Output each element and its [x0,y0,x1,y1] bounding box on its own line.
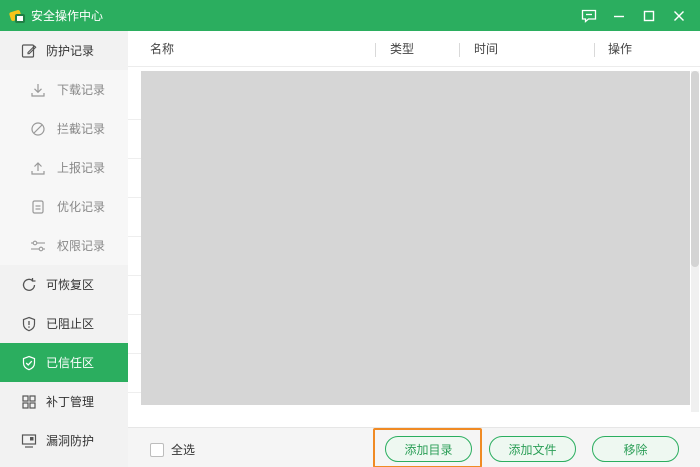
sidebar: 防护记录 下载记录 拦截记录 上报记录 优化记录 权限记录 可恢复区 已阻止区 … [0,31,128,467]
column-divider[interactable] [375,43,376,57]
window-controls [574,0,694,31]
vertical-scrollbar[interactable] [691,71,699,412]
sidebar-item-label: 漏洞防护 [46,434,95,448]
row-divider [128,197,141,198]
app-logo-icon [8,8,26,24]
row-divider [128,353,141,354]
block-icon [30,121,46,137]
sidebar-item-optimize-records[interactable]: 优化记录 [0,187,128,226]
row-divider [128,119,141,120]
footer-bar: 全选 添加目录 添加文件 移除 [128,427,700,467]
sidebar-item-blocked-zone[interactable]: 已阻止区 [0,304,128,343]
row-divider [128,236,141,237]
remove-button[interactable]: 移除 [592,436,679,462]
sidebar-item-label: 已阻止区 [46,317,95,331]
add-folder-button[interactable]: 添加目录 [385,436,472,462]
sidebar-item-label: 下载记录 [57,83,106,97]
column-header-type[interactable]: 类型 [390,31,414,67]
close-icon [674,10,684,21]
sidebar-item-protection-records[interactable]: 防护记录 [0,31,128,70]
sidebar-item-patch-management[interactable]: 补丁管理 [0,382,128,421]
shield-check-icon [21,355,37,371]
maximize-icon [643,10,655,21]
document-icon [30,199,46,215]
row-divider [128,392,141,393]
sidebar-item-label: 已信任区 [46,356,95,370]
column-header-action[interactable]: 操作 [608,31,632,67]
minimize-icon [614,15,624,17]
table-header: 名称 类型 时间 操作 [128,31,700,67]
column-header-name[interactable]: 名称 [150,31,174,67]
sidebar-item-permission-records[interactable]: 权限记录 [0,226,128,265]
table-body[interactable] [141,71,690,405]
sidebar-item-label: 拦截记录 [57,122,106,136]
column-divider[interactable] [459,43,460,57]
sidebar-item-trusted-zone[interactable]: 已信任区 [0,343,128,382]
select-all[interactable]: 全选 [150,441,195,458]
refresh-icon [21,277,37,293]
maximize-button[interactable] [634,0,664,31]
shield-alert-icon [21,316,37,332]
download-icon [30,82,46,98]
add-file-button[interactable]: 添加文件 [489,436,576,462]
scrollbar-thumb[interactable] [691,71,699,267]
monitor-icon [21,433,37,449]
row-divider [128,314,141,315]
upload-icon [30,160,46,176]
select-all-checkbox[interactable] [150,442,164,457]
app-title: 安全操作中心 [31,9,104,23]
sidebar-item-label: 优化记录 [57,200,106,214]
row-divider [128,158,141,159]
edit-icon [21,43,37,59]
main-panel: 名称 类型 时间 操作 全选 添加目录 添加文件 移除 [128,31,700,467]
column-divider[interactable] [594,43,595,57]
sidebar-item-report-records[interactable]: 上报记录 [0,148,128,187]
sidebar-item-label: 防护记录 [46,44,95,58]
sidebar-item-label: 补丁管理 [46,395,95,409]
sidebar-item-recoverable-zone[interactable]: 可恢复区 [0,265,128,304]
sidebar-item-vulnerability-protection[interactable]: 漏洞防护 [0,421,128,460]
minimize-button[interactable] [604,0,634,31]
feedback-button[interactable] [574,0,604,31]
close-button[interactable] [664,0,694,31]
select-all-label: 全选 [171,443,196,457]
row-divider [128,275,141,276]
title-bar: 安全操作中心 [0,0,700,31]
feedback-icon [581,9,597,23]
column-header-time[interactable]: 时间 [474,31,498,67]
sidebar-item-label: 可恢复区 [46,278,95,292]
sliders-icon [30,238,46,254]
sidebar-item-label: 权限记录 [57,239,106,253]
grid-icon [21,394,37,410]
sidebar-item-label: 上报记录 [57,161,106,175]
sidebar-item-block-records[interactable]: 拦截记录 [0,109,128,148]
sidebar-item-download-records[interactable]: 下载记录 [0,70,128,109]
